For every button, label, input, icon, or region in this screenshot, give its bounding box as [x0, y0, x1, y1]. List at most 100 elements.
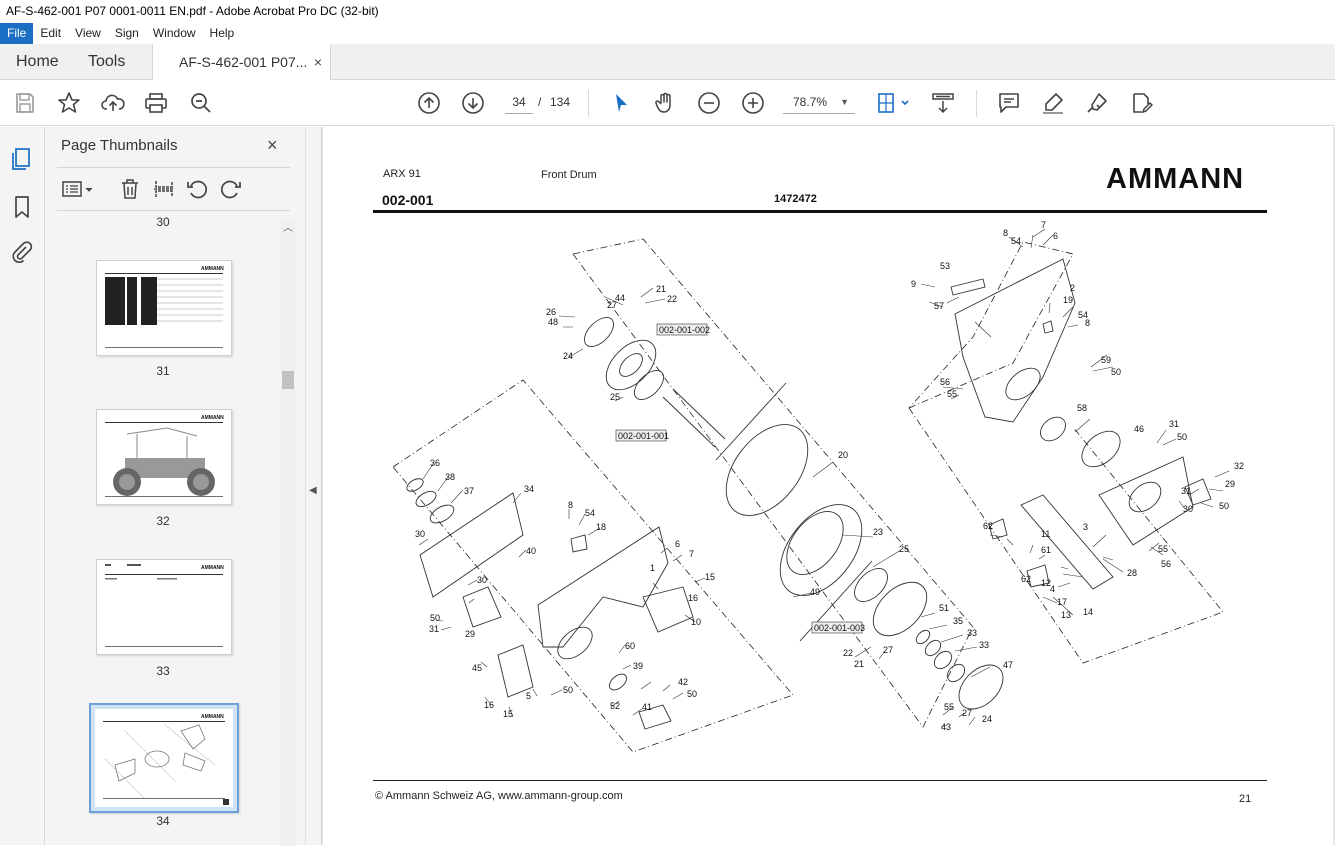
menu-edit[interactable]: Edit	[33, 23, 68, 44]
thumbnail-tools	[57, 167, 290, 211]
tab-bar: Home Tools AF-S-462-001 P07... ×	[0, 44, 1335, 81]
part-callout: 30	[477, 575, 487, 585]
zoom-in-icon[interactable]	[741, 91, 765, 115]
sign-pen-icon[interactable]	[1085, 91, 1109, 115]
zoom-search-icon[interactable]	[189, 91, 213, 115]
part-callout: 57	[934, 301, 944, 311]
print-icon[interactable]	[144, 91, 168, 115]
save-icon[interactable]	[13, 91, 37, 115]
panel-collapse-handle[interactable]: ◀	[305, 127, 322, 845]
edit-document-icon[interactable]	[1129, 91, 1153, 115]
part-callout: 51	[939, 603, 949, 613]
part-callout: 19	[1063, 295, 1073, 305]
part-callout: 29	[1225, 479, 1235, 489]
thumbnail-scrollbar[interactable]: ︿	[281, 219, 295, 846]
part-callout: 33	[967, 628, 977, 638]
part-callout: 8	[1003, 228, 1008, 238]
menu-bar: File Edit View Sign Window Help	[0, 23, 1335, 44]
part-callout: 9	[911, 279, 916, 289]
thumbnail-preview: AMMANN	[95, 709, 233, 807]
delete-page-icon[interactable]	[119, 178, 141, 200]
bookmark-star-icon[interactable]	[57, 91, 81, 115]
previous-page-icon[interactable]	[417, 91, 441, 115]
part-callout: 6	[1053, 231, 1058, 241]
zoom-out-icon[interactable]	[697, 91, 721, 115]
part-callout: 60	[625, 641, 635, 651]
part-callout: 46	[1134, 424, 1144, 434]
thumbnail-label: 31	[156, 364, 170, 378]
part-callout: 2	[1070, 283, 1075, 293]
zoom-level-value: 78.7%	[793, 95, 828, 109]
extract-page-icon[interactable]	[153, 178, 175, 200]
part-callout: 41	[642, 702, 652, 712]
rotate-right-icon[interactable]	[220, 178, 242, 200]
thumbnails-panel: Page Thumbnails × 30 AMMANN 31 AMMANN 32…	[45, 127, 305, 846]
subassembly-ref: 002-001-001	[618, 431, 669, 441]
chevron-down-icon: ▼	[840, 97, 849, 107]
highlight-pen-icon[interactable]	[1041, 91, 1065, 115]
thumbnail-options-icon[interactable]	[61, 178, 95, 200]
part-callout: 5	[526, 691, 531, 701]
thumbnail-page[interactable]: AMMANN	[96, 260, 232, 356]
part-callout: 16	[688, 593, 698, 603]
thumbnail-page[interactable]: AMMANN	[96, 409, 232, 505]
thumbnail-preview-machine: AMMANN	[105, 415, 224, 497]
thumbnail-label: 30	[156, 215, 170, 229]
thumbnail-page[interactable]: AMMANN	[96, 559, 232, 655]
page-title: Front Drum	[541, 169, 597, 181]
menu-window[interactable]: Window	[146, 23, 203, 44]
part-callout: 31	[1181, 486, 1191, 496]
rotate-left-icon[interactable]	[186, 178, 208, 200]
part-callout: 7	[1041, 220, 1046, 230]
bookmarks-icon[interactable]	[10, 195, 34, 219]
hand-tool-icon[interactable]	[653, 91, 677, 115]
thumbnail-logo: AMMANN	[201, 565, 224, 571]
part-callout: 25	[610, 392, 620, 402]
toolbar-divider	[976, 90, 977, 117]
tab-home[interactable]: Home	[16, 44, 59, 80]
part-callout: 20	[838, 450, 848, 460]
part-callout: 6	[675, 539, 680, 549]
part-callout: 4	[1050, 584, 1055, 594]
scroll-up-icon[interactable]: ︿	[283, 219, 293, 234]
page-number-input[interactable]: 34	[505, 91, 533, 114]
zoom-level-select[interactable]: 78.7% ▼	[783, 91, 855, 114]
part-callout: 36	[430, 458, 440, 468]
menu-view[interactable]: View	[68, 23, 108, 44]
part-callout: 3	[1083, 522, 1088, 532]
next-page-icon[interactable]	[461, 91, 485, 115]
scroll-mode-icon[interactable]	[931, 91, 955, 115]
menu-help[interactable]: Help	[203, 23, 242, 44]
part-callout: 40	[526, 546, 536, 556]
panel-close-icon[interactable]: ×	[267, 135, 278, 156]
fit-page-icon[interactable]	[877, 91, 913, 115]
tab-document-label: AF-S-462-001 P07...	[179, 54, 308, 70]
subassembly-ref: 002-001-003	[814, 623, 865, 633]
comment-icon[interactable]	[997, 91, 1021, 115]
menu-file[interactable]: File	[0, 23, 34, 44]
page-thumbnails-icon[interactable]	[10, 147, 34, 171]
attachments-icon[interactable]	[10, 240, 34, 264]
part-callout: 56	[940, 377, 950, 387]
thumbnail-page-selected[interactable]: AMMANN	[89, 703, 239, 813]
tab-close-icon[interactable]: ×	[314, 44, 322, 80]
upload-cloud-icon[interactable]	[101, 91, 125, 115]
part-callout: 55	[947, 389, 957, 399]
left-frame-parts	[406, 478, 694, 730]
left-navigation-rail	[0, 127, 45, 845]
tab-tools[interactable]: Tools	[88, 44, 125, 80]
select-cursor-icon[interactable]	[609, 91, 633, 115]
scrollbar-thumb[interactable]	[282, 371, 294, 389]
part-callout: 48	[548, 317, 558, 327]
menu-sign[interactable]: Sign	[108, 23, 146, 44]
part-callout: 18	[596, 522, 606, 532]
document-page: ARX 91 Front Drum 002-001 1472472 AMMANN	[323, 127, 1333, 845]
tab-document[interactable]: AF-S-462-001 P07... ×	[152, 44, 331, 81]
part-callout: 43	[941, 722, 951, 732]
thumbnail-logo: AMMANN	[201, 415, 224, 421]
page-separator: /	[538, 95, 542, 109]
printed-page-number: 21	[1239, 793, 1252, 805]
part-callout: 32	[1234, 461, 1244, 471]
front-drum-part	[715, 382, 873, 642]
document-viewer[interactable]: ARX 91 Front Drum 002-001 1472472 AMMANN	[322, 127, 1335, 845]
